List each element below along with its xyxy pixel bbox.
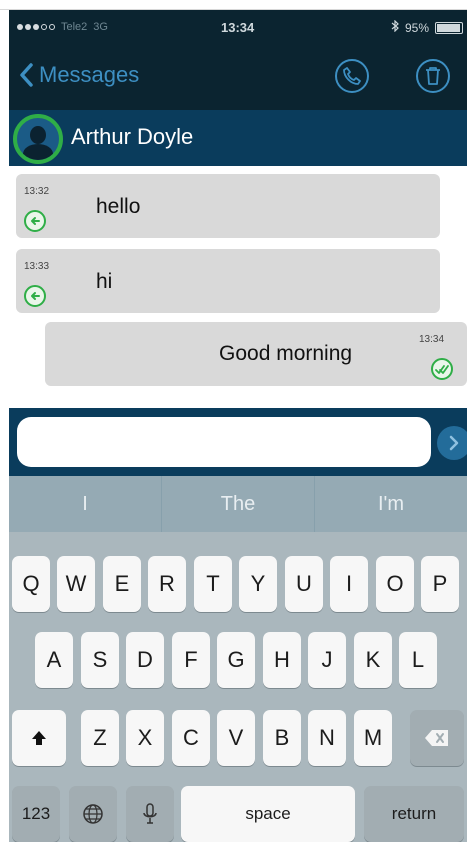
shift-key[interactable] bbox=[12, 710, 66, 766]
key-s[interactable]: S bbox=[81, 632, 119, 688]
key-v[interactable]: V bbox=[217, 710, 255, 766]
status-time: 13:34 bbox=[221, 20, 255, 35]
message-time: 13:32 bbox=[24, 186, 50, 197]
backspace-icon bbox=[425, 730, 448, 746]
message-list: 13:32 hello 13:33 hi Good morning 13:34 bbox=[9, 166, 467, 406]
suggestion-bar: I The I'm bbox=[9, 476, 467, 532]
status-left: Tele2 3G bbox=[17, 21, 108, 33]
status-right: 95% bbox=[391, 19, 463, 35]
delete-button[interactable] bbox=[416, 59, 450, 93]
key-y[interactable]: Y bbox=[239, 556, 277, 612]
network-label: 3G bbox=[93, 21, 108, 33]
key-u[interactable]: U bbox=[285, 556, 323, 612]
chevron-left-icon bbox=[20, 63, 33, 87]
back-button[interactable]: Messages bbox=[19, 62, 139, 88]
key-e[interactable]: E bbox=[103, 556, 141, 612]
key-l[interactable]: L bbox=[399, 632, 437, 688]
back-label: Messages bbox=[39, 62, 140, 87]
key-b[interactable]: B bbox=[263, 710, 301, 766]
globe-key[interactable] bbox=[69, 786, 117, 842]
status-bar: Tele2 3G 13:34 95% bbox=[9, 10, 467, 46]
contact-name: Arthur Doyle bbox=[71, 124, 194, 149]
message-time: 13:34 bbox=[419, 334, 445, 345]
key-z[interactable]: Z bbox=[81, 710, 119, 766]
numbers-key[interactable]: 123 bbox=[12, 786, 60, 842]
header: Tele2 3G 13:34 95% Messages bbox=[9, 10, 467, 110]
send-button[interactable] bbox=[437, 426, 467, 460]
key-i[interactable]: I bbox=[330, 556, 368, 612]
key-x[interactable]: X bbox=[126, 710, 164, 766]
dictation-key[interactable] bbox=[126, 786, 174, 842]
battery-percent: 95% bbox=[404, 20, 429, 35]
key-r[interactable]: R bbox=[148, 556, 186, 612]
return-key[interactable]: return bbox=[364, 786, 464, 842]
keyboard: I The I'm Q W E R T Y U I O P A S D F G … bbox=[9, 476, 467, 842]
message-text: hello bbox=[96, 195, 141, 218]
signal-dots-icon bbox=[17, 24, 55, 30]
key-j[interactable]: J bbox=[308, 632, 346, 688]
send-arrow-icon bbox=[449, 435, 459, 451]
backspace-key[interactable] bbox=[410, 710, 464, 766]
key-d[interactable]: D bbox=[126, 632, 164, 688]
message-time: 13:33 bbox=[24, 261, 50, 272]
message-bubble-incoming: 13:32 hello bbox=[16, 174, 440, 238]
contact-bar[interactable]: Arthur Doyle bbox=[9, 110, 467, 166]
message-text: hi bbox=[96, 270, 113, 293]
key-g[interactable]: G bbox=[217, 632, 255, 688]
delivered-check-icon bbox=[431, 358, 453, 380]
battery-icon bbox=[435, 21, 463, 34]
trash-icon bbox=[426, 67, 440, 85]
incoming-arrow-icon bbox=[24, 210, 46, 232]
nav-bar: Messages bbox=[9, 56, 467, 100]
space-key[interactable]: space bbox=[181, 786, 355, 842]
message-input[interactable] bbox=[17, 417, 431, 467]
globe-icon bbox=[83, 804, 103, 824]
key-t[interactable]: T bbox=[194, 556, 232, 612]
message-bubble-incoming: 13:33 hi bbox=[16, 249, 440, 313]
phone-screen: Tele2 3G 13:34 95% Messages Arthur Doyle… bbox=[9, 10, 467, 842]
incoming-arrow-icon bbox=[24, 285, 46, 307]
key-w[interactable]: W bbox=[57, 556, 95, 612]
bluetooth-icon bbox=[391, 19, 399, 35]
message-text: Good morning bbox=[219, 342, 353, 365]
key-o[interactable]: O bbox=[376, 556, 414, 612]
key-m[interactable]: M bbox=[354, 710, 392, 766]
suggestion-2[interactable]: The bbox=[162, 476, 315, 532]
phone-icon bbox=[343, 67, 361, 85]
message-bubble-outgoing: Good morning 13:34 bbox=[45, 322, 467, 386]
suggestion-1[interactable]: I bbox=[9, 476, 162, 532]
key-f[interactable]: F bbox=[172, 632, 210, 688]
key-a[interactable]: A bbox=[35, 632, 73, 688]
call-button[interactable] bbox=[335, 59, 369, 93]
key-q[interactable]: Q bbox=[12, 556, 50, 612]
key-c[interactable]: C bbox=[172, 710, 210, 766]
carrier-label: Tele2 bbox=[61, 21, 88, 33]
avatar bbox=[13, 114, 63, 164]
top-divider bbox=[0, 0, 467, 10]
microphone-icon bbox=[143, 803, 157, 824]
suggestion-3[interactable]: I'm bbox=[315, 476, 467, 532]
key-p[interactable]: P bbox=[421, 556, 459, 612]
key-n[interactable]: N bbox=[308, 710, 346, 766]
shift-arrow-icon bbox=[32, 731, 46, 745]
key-h[interactable]: H bbox=[263, 632, 301, 688]
composer-bar bbox=[9, 408, 467, 476]
key-k[interactable]: K bbox=[354, 632, 392, 688]
